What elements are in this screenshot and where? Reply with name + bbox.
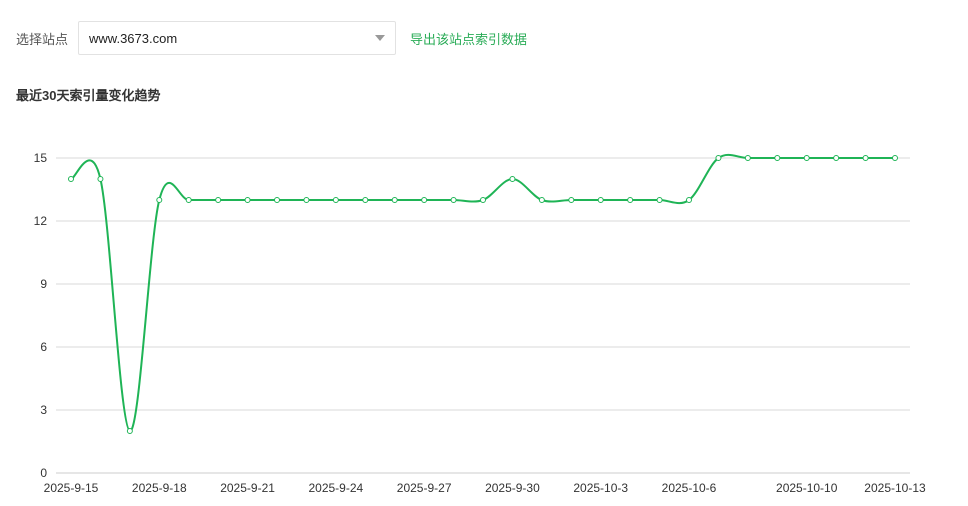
data-point[interactable]: [450, 197, 457, 203]
data-point[interactable]: [274, 197, 280, 203]
data-point[interactable]: [185, 197, 192, 203]
data-point[interactable]: [568, 197, 575, 203]
data-point[interactable]: [656, 197, 663, 203]
data-point[interactable]: [744, 155, 751, 161]
y-tick-label: 9: [40, 277, 47, 291]
data-point[interactable]: [244, 197, 251, 203]
y-tick-label: 12: [34, 214, 48, 228]
x-tick-label: 2025-9-27: [397, 481, 452, 495]
data-point[interactable]: [686, 197, 692, 203]
y-tick-label: 6: [40, 340, 47, 354]
x-tick-label: 2025-10-3: [573, 481, 628, 495]
data-point[interactable]: [597, 197, 604, 203]
y-tick-label: 15: [34, 151, 48, 165]
x-tick-label: 2025-9-30: [485, 481, 540, 495]
data-point[interactable]: [862, 155, 869, 161]
x-tick-label: 2025-9-21: [220, 481, 275, 495]
data-point[interactable]: [126, 428, 133, 434]
x-tick-label: 2025-10-6: [662, 481, 717, 495]
data-point[interactable]: [892, 155, 898, 161]
data-point[interactable]: [156, 197, 163, 203]
data-point[interactable]: [833, 155, 840, 161]
data-point[interactable]: [68, 176, 74, 182]
x-tick-label: 2025-9-24: [308, 481, 363, 495]
x-tick-label: 2025-10-10: [776, 481, 838, 495]
y-tick-label: 3: [40, 403, 47, 417]
data-point[interactable]: [480, 197, 486, 203]
data-point[interactable]: [303, 197, 310, 203]
data-point[interactable]: [774, 155, 781, 161]
data-point[interactable]: [97, 176, 104, 182]
y-tick-label: 0: [40, 466, 47, 480]
data-point[interactable]: [215, 197, 222, 203]
data-point[interactable]: [391, 197, 398, 203]
x-tick-label: 2025-10-13: [864, 481, 926, 495]
data-point[interactable]: [362, 197, 369, 203]
data-point[interactable]: [627, 197, 634, 203]
x-tick-label: 2025-9-18: [132, 481, 187, 495]
index-trend-chart: 0 3 6 9 12 15 2025-9-15 2025-9-18 2025-9-21 2025-…: [34, 151, 926, 495]
data-point[interactable]: [803, 155, 810, 161]
data-point[interactable]: [421, 197, 428, 203]
series-line: [70, 153, 895, 433]
data-point[interactable]: [509, 176, 516, 182]
data-point[interactable]: [332, 197, 339, 203]
data-point[interactable]: [715, 155, 722, 161]
x-tick-label: 2025-9-15: [44, 481, 99, 495]
data-point[interactable]: [538, 197, 545, 203]
